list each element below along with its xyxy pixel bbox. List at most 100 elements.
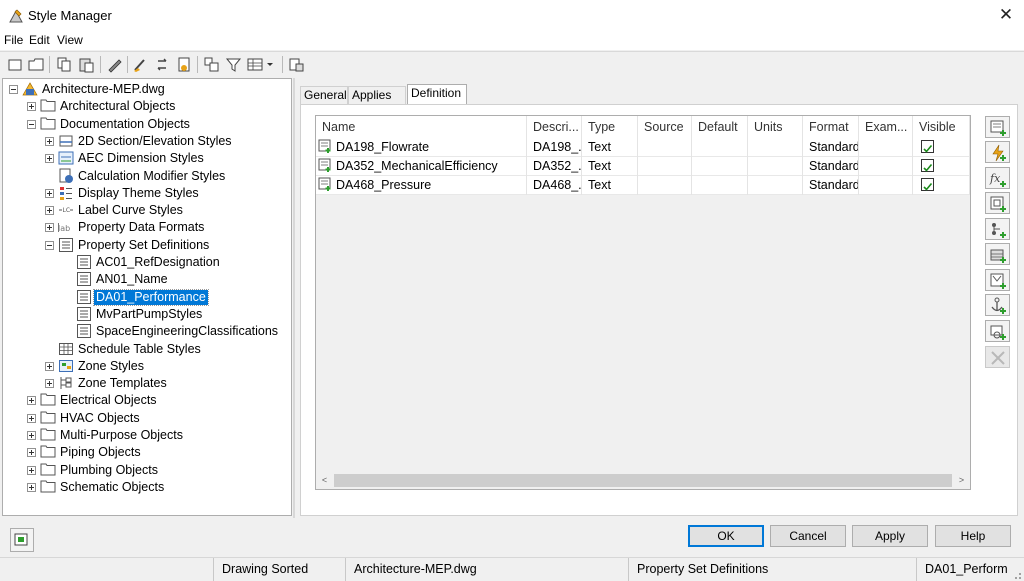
expand-icon[interactable] bbox=[45, 379, 54, 389]
cell-source[interactable] bbox=[638, 138, 692, 157]
tree-item-label[interactable]: DA01_Performance bbox=[93, 288, 209, 306]
style-tree[interactable]: Architecture-MEP.dwg Architectural Object… bbox=[2, 78, 292, 516]
visible-checkbox[interactable] bbox=[921, 159, 934, 172]
tree-item-label[interactable]: Schedule Table Styles bbox=[76, 342, 203, 357]
expand-icon[interactable] bbox=[27, 102, 36, 112]
expand-icon[interactable] bbox=[27, 465, 36, 475]
expand-icon[interactable] bbox=[27, 431, 36, 440]
add-location-property-icon[interactable] bbox=[985, 192, 1010, 214]
resize-grip-icon[interactable] bbox=[1010, 568, 1022, 580]
add-automatic-property-icon[interactable] bbox=[985, 141, 1010, 163]
cell-example[interactable] bbox=[859, 176, 913, 195]
preview-toggle-icon[interactable] bbox=[10, 528, 34, 552]
purge-icon[interactable] bbox=[131, 55, 150, 74]
add-project-property-icon[interactable] bbox=[985, 269, 1010, 291]
tree-item-label[interactable]: Property Data Formats bbox=[76, 220, 206, 235]
table-row[interactable]: DA198_FlowrateDA198_...Text Standard bbox=[316, 138, 970, 157]
expand-icon[interactable] bbox=[45, 136, 54, 146]
expand-icon[interactable] bbox=[27, 413, 36, 423]
tree-item-label[interactable]: AN01_Name bbox=[94, 272, 170, 287]
filter-icon[interactable] bbox=[224, 55, 243, 74]
splitter[interactable] bbox=[293, 78, 295, 518]
table-row[interactable]: DA352_MechanicalEfficiencyDA352_...Text S… bbox=[316, 157, 970, 176]
tree-item-label[interactable]: Display Theme Styles bbox=[76, 186, 201, 201]
add-manual-property-icon[interactable] bbox=[985, 116, 1010, 138]
tree-item-label[interactable]: MvPartPumpStyles bbox=[94, 307, 204, 322]
column-header[interactable]: Format bbox=[803, 116, 859, 138]
scroll-left-icon[interactable]: < bbox=[316, 472, 333, 489]
expand-icon[interactable] bbox=[27, 448, 36, 458]
close-icon[interactable]: ✕ bbox=[994, 4, 1018, 26]
tree-item-label[interactable]: Electrical Objects bbox=[58, 393, 159, 408]
add-graphic-property-icon[interactable] bbox=[985, 320, 1010, 342]
tree-item-label[interactable]: AC01_RefDesignation bbox=[94, 255, 222, 270]
expand-icon[interactable] bbox=[45, 188, 54, 198]
cell-name[interactable]: DA468_Pressure bbox=[316, 176, 527, 195]
tree-item-label[interactable]: Architectural Objects bbox=[58, 99, 177, 114]
tree-item-label[interactable]: Property Set Definitions bbox=[76, 238, 211, 253]
column-header[interactable]: Visible bbox=[913, 116, 970, 138]
tree-item-label[interactable]: Multi-Purpose Objects bbox=[58, 428, 185, 443]
column-header[interactable]: Type bbox=[582, 116, 638, 138]
tree-item-label[interactable]: Calculation Modifier Styles bbox=[76, 169, 227, 184]
add-anchor-property-icon[interactable] bbox=[985, 294, 1010, 316]
cell-default[interactable] bbox=[692, 176, 748, 195]
apply-button[interactable]: Apply bbox=[852, 525, 928, 547]
cell-format[interactable]: Standard bbox=[803, 138, 859, 157]
tree-item-label[interactable]: AEC Dimension Styles bbox=[76, 151, 206, 166]
ok-button[interactable]: OK bbox=[688, 525, 764, 547]
cell-source[interactable] bbox=[638, 157, 692, 176]
expand-icon[interactable] bbox=[27, 396, 36, 406]
cell-type[interactable]: Text bbox=[582, 176, 638, 195]
column-header[interactable]: Exam... bbox=[859, 116, 913, 138]
column-header[interactable]: Default bbox=[692, 116, 748, 138]
cancel-button[interactable]: Cancel bbox=[770, 525, 846, 547]
cell-example[interactable] bbox=[859, 138, 913, 157]
tree-item-label[interactable]: Zone Styles bbox=[76, 359, 146, 374]
tree-item-label[interactable]: Documentation Objects bbox=[58, 117, 192, 132]
expand-icon[interactable] bbox=[45, 361, 54, 371]
tree-item-label[interactable]: Piping Objects bbox=[58, 445, 143, 460]
visible-checkbox[interactable] bbox=[921, 140, 934, 153]
cell-format[interactable]: Standard bbox=[803, 176, 859, 195]
tab-general[interactable]: General bbox=[300, 86, 348, 105]
menu-file[interactable]: File bbox=[4, 33, 23, 47]
cell-example[interactable] bbox=[859, 157, 913, 176]
cell-description[interactable]: DA198_... bbox=[527, 138, 582, 157]
tree-item-label[interactable]: Zone Templates bbox=[76, 376, 169, 391]
tree-item-label[interactable]: Architecture-MEP.dwg bbox=[40, 82, 167, 97]
add-formula-property-icon[interactable]: fx bbox=[985, 167, 1010, 189]
cell-format[interactable]: Standard bbox=[803, 157, 859, 176]
visible-checkbox[interactable] bbox=[921, 178, 934, 191]
cell-units[interactable] bbox=[748, 138, 803, 157]
tab-applies-to[interactable]: Applies To bbox=[348, 86, 406, 119]
column-header[interactable]: Units bbox=[748, 116, 803, 138]
update-standards-icon[interactable] bbox=[175, 55, 194, 74]
tree-item-label[interactable]: Plumbing Objects bbox=[58, 463, 160, 478]
toggle-view-icon[interactable] bbox=[202, 55, 221, 74]
tree-item-label[interactable]: 2D Section/Elevation Styles bbox=[76, 134, 234, 149]
help-icon[interactable] bbox=[287, 55, 306, 74]
tree-item-label[interactable]: Label Curve Styles bbox=[76, 203, 185, 218]
help-button[interactable]: Help bbox=[935, 525, 1011, 547]
expand-icon[interactable] bbox=[45, 206, 54, 216]
add-classification-property-icon[interactable] bbox=[985, 218, 1010, 240]
column-header[interactable]: Descri... bbox=[527, 116, 582, 138]
menu-view[interactable]: View bbox=[57, 33, 83, 47]
cell-name[interactable]: DA198_Flowrate bbox=[316, 138, 527, 157]
table-row[interactable]: DA468_PressureDA468_...Text Standard bbox=[316, 176, 970, 195]
tree-item-label[interactable]: HVAC Objects bbox=[58, 411, 142, 426]
menu-edit[interactable]: Edit bbox=[29, 33, 50, 47]
expand-icon[interactable] bbox=[45, 154, 54, 164]
tree-item-label[interactable]: SpaceEngineeringClassifications bbox=[94, 324, 280, 339]
synchronize-icon[interactable] bbox=[153, 55, 172, 74]
cell-name[interactable]: DA352_MechanicalEfficiency bbox=[316, 157, 527, 176]
scroll-right-icon[interactable]: > bbox=[953, 472, 970, 489]
cell-default[interactable] bbox=[692, 138, 748, 157]
column-header[interactable]: Name bbox=[316, 116, 527, 138]
cell-description[interactable]: DA352_... bbox=[527, 157, 582, 176]
copy-icon[interactable] bbox=[55, 55, 74, 74]
cell-type[interactable]: Text bbox=[582, 138, 638, 157]
expand-icon[interactable] bbox=[45, 223, 54, 233]
collapse-icon[interactable] bbox=[45, 240, 54, 250]
